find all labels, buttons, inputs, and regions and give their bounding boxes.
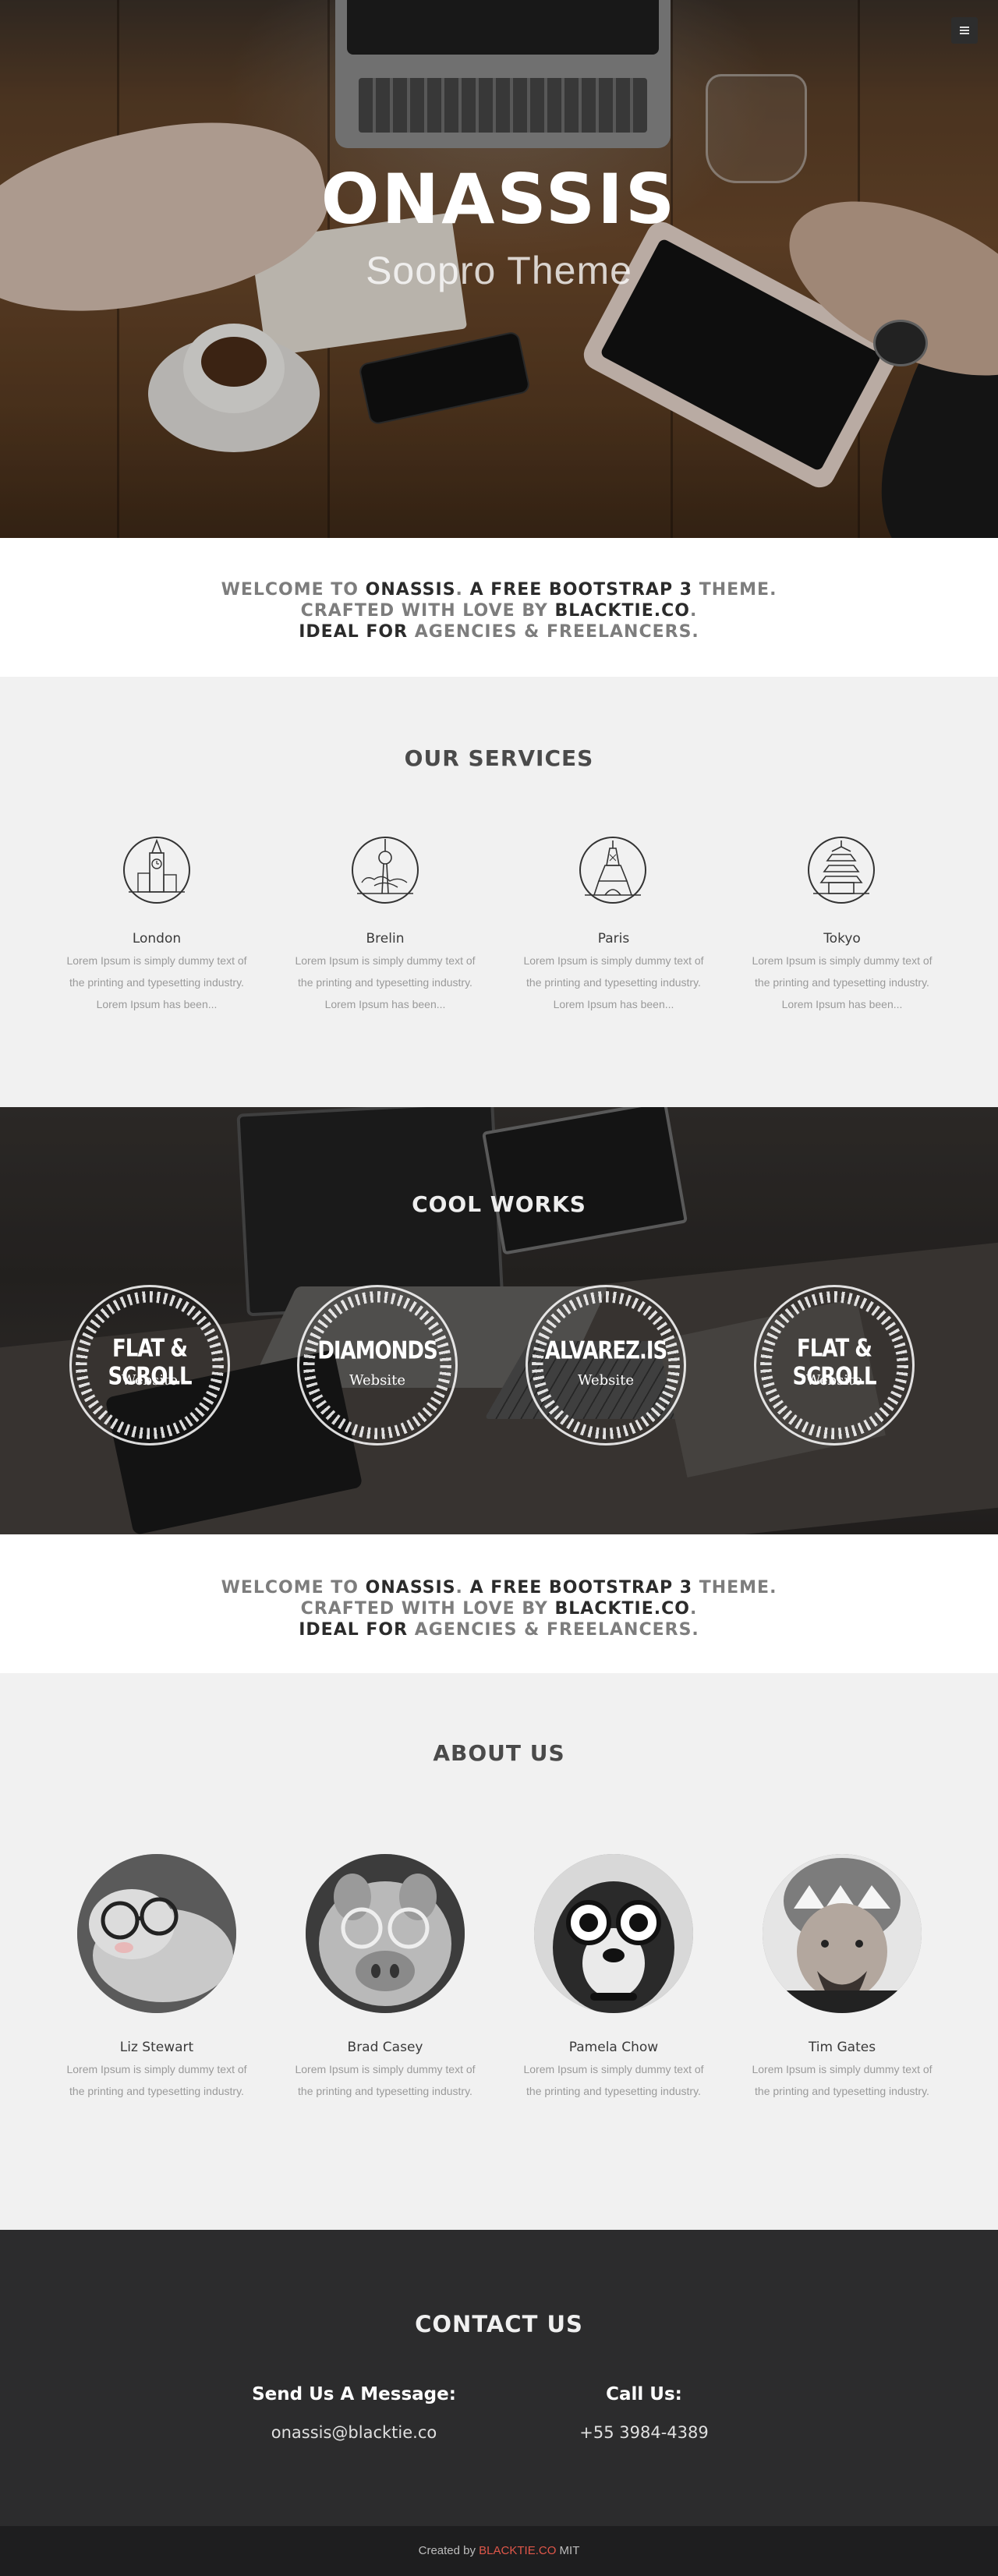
service-london: London Lorem Ipsum is simply dummy text … — [59, 931, 254, 1015]
services-section: OUR SERVICES London Lorem Ipsum is simpl… — [0, 677, 998, 1107]
work-item-flat-scroll[interactable]: FLAT & SCROLL Website — [69, 1285, 230, 1445]
hero-section: ONASSIS Soopro Theme — [0, 0, 998, 538]
about-title: ABOUT US — [433, 1740, 565, 1766]
member-desc: Lorem Ipsum is simply dummy text of the … — [752, 2063, 933, 2097]
service-paris: Paris Lorem Ipsum is simply dummy text o… — [516, 931, 711, 1015]
footer: Created by BLACKTIE.CO MIT — [0, 2526, 998, 2576]
member-desc: Lorem Ipsum is simply dummy text of the … — [66, 2063, 247, 2097]
hero-subtitle: Soopro Theme — [366, 249, 632, 292]
avatar-brad — [306, 1854, 465, 2013]
service-name: Paris — [597, 931, 630, 947]
work-subtitle: Website — [805, 1372, 863, 1389]
service-desc: Lorem Ipsum is simply dummy text of the … — [66, 954, 247, 1010]
team-member-pamela: Pamela Chow Lorem Ipsum is simply dummy … — [516, 2040, 711, 2102]
pagoda-icon — [808, 837, 875, 904]
welcome-line-2: CRAFTED WITH LOVE BY BLACKTIE.CO. — [300, 1599, 698, 1619]
welcome-banner-2: WELCOME TO ONASSIS. A FREE BOOTSTRAP 3 T… — [0, 1534, 998, 1673]
team-member-tim: Tim Gates Lorem Ipsum is simply dummy te… — [745, 2040, 940, 2102]
welcome-line-1: WELCOME TO ONASSIS. A FREE BOOTSTRAP 3 T… — [221, 580, 777, 600]
contact-title: CONTACT US — [415, 2311, 583, 2337]
contact-phone[interactable]: +55 3984-4389 — [527, 2423, 761, 2442]
work-subtitle: Website — [121, 1372, 179, 1389]
footer-suffix: MIT — [556, 2544, 580, 2557]
welcome-line-3: IDEAL FOR AGENCIES & FREELANCERS. — [299, 622, 699, 642]
contact-email-link[interactable]: onassis@blacktie.co — [237, 2423, 471, 2442]
service-name: Brelin — [366, 931, 405, 947]
contact-section: CONTACT US Send Us A Message: onassis@bl… — [0, 2230, 998, 2526]
welcome-line-1: WELCOME TO ONASSIS. A FREE BOOTSTRAP 3 T… — [221, 1578, 777, 1598]
avatar-liz — [77, 1854, 236, 2013]
footer-brand-link[interactable]: BLACKTIE.CO — [479, 2544, 556, 2557]
avatar-pamela — [534, 1854, 693, 2013]
welcome-line-3: IDEAL FOR AGENCIES & FREELANCERS. — [299, 1620, 699, 1640]
member-name: Brad Casey — [347, 2040, 423, 2055]
avatar-tim — [763, 1854, 922, 2013]
team-member-brad: Brad Casey Lorem Ipsum is simply dummy t… — [288, 2040, 483, 2102]
team-member-liz: Liz Stewart Lorem Ipsum is simply dummy … — [59, 2040, 254, 2102]
work-title: ALVAREZ.IS — [544, 1337, 668, 1365]
service-desc: Lorem Ipsum is simply dummy text of the … — [752, 954, 933, 1010]
hamburger-icon — [960, 27, 969, 28]
welcome-line-2: CRAFTED WITH LOVE BY BLACKTIE.CO. — [300, 601, 698, 621]
service-tokyo: Tokyo Lorem Ipsum is simply dummy text o… — [745, 931, 940, 1015]
service-name: London — [132, 931, 182, 947]
member-desc: Lorem Ipsum is simply dummy text of the … — [295, 2063, 476, 2097]
welcome-banner: WELCOME TO ONASSIS. A FREE BOOTSTRAP 3 T… — [0, 538, 998, 677]
hero-title: ONASSIS — [320, 159, 678, 239]
service-desc: Lorem Ipsum is simply dummy text of the … — [523, 954, 704, 1010]
service-name: Tokyo — [823, 931, 861, 947]
works-title: COOL WORKS — [412, 1191, 586, 1217]
member-desc: Lorem Ipsum is simply dummy text of the … — [523, 2063, 704, 2097]
tv-tower-icon — [352, 837, 419, 904]
big-ben-icon — [123, 837, 190, 904]
call-label: Call Us: — [606, 2384, 682, 2404]
footer-prefix: Created by — [418, 2544, 480, 2557]
eiffel-tower-icon — [579, 837, 646, 904]
work-item-alvarez[interactable]: ALVAREZ.IS Website — [526, 1285, 686, 1445]
work-item-flat-scroll-2[interactable]: FLAT & SCROLL Website — [754, 1285, 915, 1445]
work-item-diamonds[interactable]: DIAMONDS Website — [297, 1285, 458, 1445]
services-title: OUR SERVICES — [404, 745, 594, 771]
work-title: DIAMONDS — [317, 1337, 437, 1365]
service-desc: Lorem Ipsum is simply dummy text of the … — [295, 954, 476, 1010]
work-subtitle: Website — [577, 1372, 635, 1389]
member-name: Liz Stewart — [119, 2040, 194, 2055]
message-label: Send Us A Message: — [252, 2384, 456, 2404]
service-brelin: Brelin Lorem Ipsum is simply dummy text … — [288, 931, 483, 1015]
member-name: Tim Gates — [808, 2040, 876, 2055]
menu-button[interactable] — [951, 17, 978, 44]
member-name: Pamela Chow — [568, 2040, 659, 2055]
work-subtitle: Website — [349, 1372, 406, 1389]
